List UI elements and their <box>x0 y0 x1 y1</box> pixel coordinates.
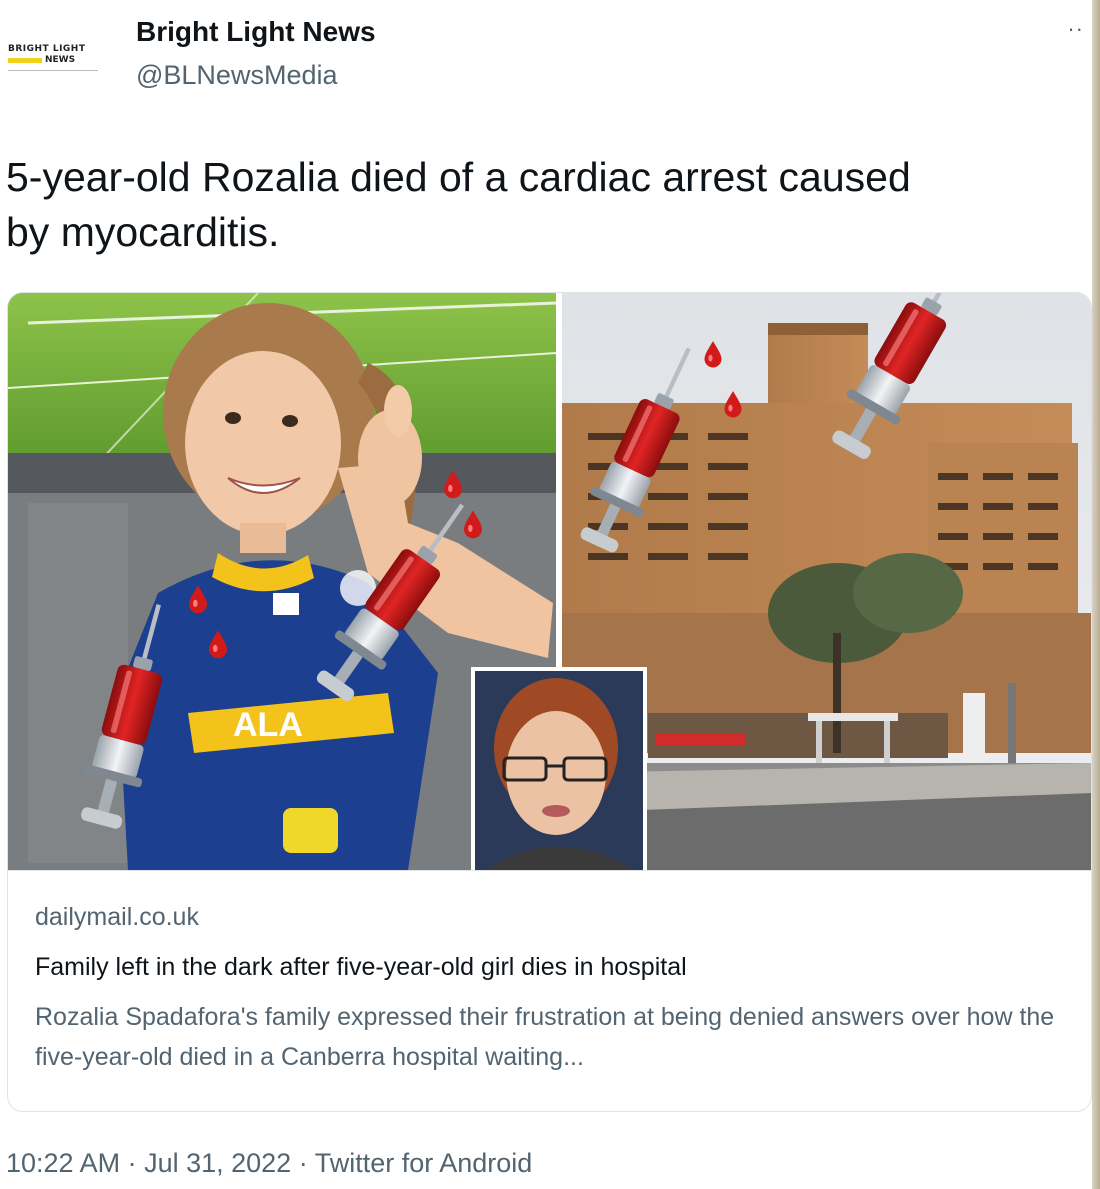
card-description: Rozalia Spadafora's family expressed the… <box>35 1003 1055 1071</box>
avatar[interactable]: BRIGHT LIGHT NEWS <box>8 34 114 80</box>
tweet-text-line-2: by myocarditis. <box>6 209 280 255</box>
author-display-name[interactable]: Bright Light News <box>136 16 376 48</box>
jersey-text: ALA <box>233 706 303 744</box>
tweet-screenshot: BRIGHT LIGHT NEWS Bright Light News @BLN… <box>0 0 1100 1189</box>
card-meta[interactable]: dailymail.co.uk Family left in the dark … <box>8 870 1091 1111</box>
author-handle[interactable]: @BLNewsMedia <box>136 60 338 91</box>
tweet-timestamp[interactable]: 10:22 AM · Jul 31, 2022 · Twitter for An… <box>6 1148 532 1179</box>
avatar-logo-text-bottom: NEWS <box>45 54 76 65</box>
avatar-logo-bar <box>8 57 42 63</box>
inset-photo <box>471 667 647 870</box>
more-dots-icon[interactable]: ·· <box>1067 16 1084 42</box>
card-media[interactable]: ALA <box>8 293 1091 870</box>
tweet-text-line-1: 5-year-old Rozalia died of a cardiac arr… <box>6 154 911 200</box>
tweet-text: 5-year-old Rozalia died of a cardiac arr… <box>6 150 1100 260</box>
avatar-logo-underline <box>8 69 98 71</box>
avatar-logo-text-top: BRIGHT LIGHT <box>8 43 86 54</box>
card-domain: dailymail.co.uk <box>35 903 199 931</box>
card-title[interactable]: Family left in the dark after five-year-… <box>35 953 687 982</box>
link-card[interactable]: ALA dailymail.co.uk Family left in the d… <box>7 292 1092 1112</box>
